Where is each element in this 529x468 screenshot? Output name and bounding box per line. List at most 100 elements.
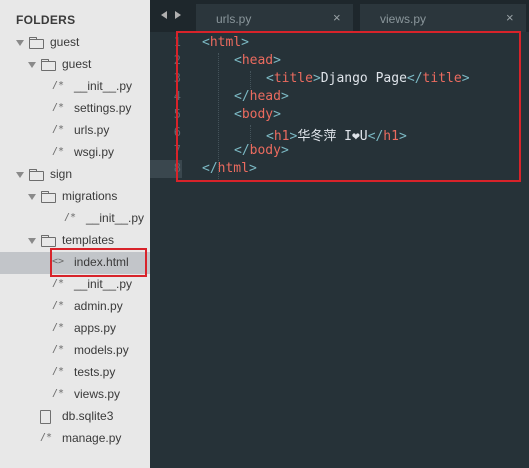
tag-bracket: < — [266, 71, 274, 86]
code-line: <body> — [234, 107, 281, 122]
sidebar-file[interactable]: db.sqlite3 — [0, 406, 150, 428]
tag-bracket: </ — [406, 71, 423, 86]
line-number-gutter: 1 2 3 4 5 6 7 8 — [150, 32, 184, 468]
line-number: 6 — [173, 125, 181, 139]
sidebar-item-label: urls.py — [74, 123, 110, 137]
close-icon[interactable]: × — [506, 10, 514, 25]
code-line: <title>Django Page</title> — [266, 71, 470, 86]
code-line: </body> — [234, 143, 289, 158]
chevron-down-icon[interactable] — [28, 194, 36, 200]
chevron-down-icon[interactable] — [16, 40, 24, 46]
tab-views-py[interactable]: views.py × — [360, 4, 526, 32]
sidebar-item-label: guest — [62, 57, 92, 71]
tag-bracket: < — [234, 53, 242, 68]
python-file-icon: /* — [52, 80, 65, 91]
sidebar-item-label: models.py — [74, 343, 129, 357]
tag-name: body — [249, 143, 281, 158]
sidebar-file[interactable]: /* apps.py — [0, 318, 150, 340]
tag-bracket: > — [280, 143, 289, 158]
sidebar-item-label: __init__.py — [86, 211, 145, 225]
tag-name: body — [241, 107, 274, 122]
sidebar-item-label: admin.py — [74, 299, 123, 313]
folder-icon — [41, 191, 56, 203]
sidebar-file[interactable]: /* tests.py — [0, 362, 150, 384]
tag-bracket: > — [273, 53, 281, 68]
sidebar-file[interactable]: /* settings.py — [0, 98, 150, 120]
sidebar-item-label: db.sqlite3 — [62, 409, 114, 423]
indent-guide — [218, 53, 219, 179]
python-file-icon: /* — [52, 102, 65, 113]
line-number: 4 — [173, 89, 181, 103]
chevron-down-icon[interactable] — [28, 238, 36, 244]
code-line: <html> — [202, 35, 249, 50]
tag-bracket: > — [248, 161, 257, 176]
tab-bar: urls.py × views.py × — [150, 0, 529, 32]
line-number: 2 — [173, 53, 181, 67]
sidebar-folder[interactable]: templates — [0, 230, 150, 252]
sidebar-file[interactable]: /* views.py — [0, 384, 150, 406]
sidebar-folder[interactable]: guest — [0, 54, 150, 76]
file-icon — [40, 410, 51, 424]
sidebar-file[interactable]: /* manage.py — [0, 428, 150, 450]
sidebar-item-label: sign — [50, 167, 73, 181]
sidebar-file[interactable]: /* __init__.py — [0, 76, 150, 98]
tag-bracket: > — [241, 35, 249, 50]
text-content: Django Page — [320, 71, 407, 86]
sidebar-file[interactable]: /* urls.py — [0, 120, 150, 142]
python-file-icon: /* — [52, 322, 65, 333]
tab-nav-left-icon[interactable] — [161, 11, 167, 19]
sidebar-file[interactable]: /* __init__.py — [0, 274, 150, 296]
sidebar-item-label: __init__.py — [74, 277, 133, 291]
tab-nav-right-icon[interactable] — [175, 11, 181, 19]
folders-header: FOLDERS — [16, 13, 76, 27]
sidebar-folder[interactable]: sign — [0, 164, 150, 186]
tag-bracket: > — [280, 89, 289, 104]
code-line: </html> — [202, 161, 257, 176]
code-editor[interactable]: <html> <head> <title>Django Page</title> </… — [184, 32, 529, 468]
python-file-icon: /* — [64, 212, 77, 223]
code-line: <head> — [234, 53, 281, 68]
close-icon[interactable]: × — [333, 10, 341, 25]
line-number: 8 — [173, 161, 181, 175]
tab-urls-py[interactable]: urls.py × — [196, 4, 353, 32]
sidebar-item-label: tests.py — [74, 365, 116, 379]
sidebar-file[interactable]: /* __init__.py — [0, 208, 150, 230]
tag-bracket: > — [398, 129, 407, 144]
indent-guide — [250, 71, 251, 89]
tag-bracket: < — [266, 129, 274, 144]
tag-bracket: > — [273, 107, 281, 122]
line-number: 5 — [173, 107, 181, 121]
sidebar-item-label: templates — [62, 233, 115, 247]
sidebar-item-label: views.py — [74, 387, 121, 401]
line-number: 7 — [173, 143, 181, 157]
tag-bracket: > — [312, 71, 321, 86]
sidebar-item-label: apps.py — [74, 321, 117, 335]
tag-name: title — [422, 71, 462, 86]
tag-bracket: > — [461, 71, 470, 86]
tag-bracket: </ — [234, 143, 250, 158]
sidebar-item-label: settings.py — [74, 101, 132, 115]
sidebar-file[interactable]: <> index.html — [0, 252, 150, 274]
sidebar-folder[interactable]: migrations — [0, 186, 150, 208]
python-file-icon: /* — [52, 278, 65, 289]
sidebar-item-label: wsgi.py — [74, 145, 115, 159]
sidebar-folder[interactable]: guest — [0, 32, 150, 54]
line-number: 3 — [173, 71, 181, 85]
sidebar-file[interactable]: /* wsgi.py — [0, 142, 150, 164]
sidebar-file[interactable]: /* models.py — [0, 340, 150, 362]
chevron-down-icon[interactable] — [28, 62, 36, 68]
chevron-down-icon[interactable] — [16, 172, 24, 178]
tag-bracket: </ — [367, 129, 384, 144]
python-file-icon: /* — [40, 432, 53, 443]
sidebar-file[interactable]: /* admin.py — [0, 296, 150, 318]
line-number: 1 — [173, 35, 181, 49]
python-file-icon: /* — [52, 300, 65, 311]
tag-name: head — [241, 53, 274, 68]
folder-icon — [29, 37, 44, 49]
tab-label: views.py — [380, 12, 427, 26]
sidebar-item-label: index.html — [74, 255, 129, 269]
folder-icon — [29, 169, 44, 181]
tag-bracket: </ — [202, 161, 218, 176]
code-line: <h1>华冬萍 I❤U</h1> — [266, 125, 407, 144]
folder-icon — [41, 59, 56, 71]
